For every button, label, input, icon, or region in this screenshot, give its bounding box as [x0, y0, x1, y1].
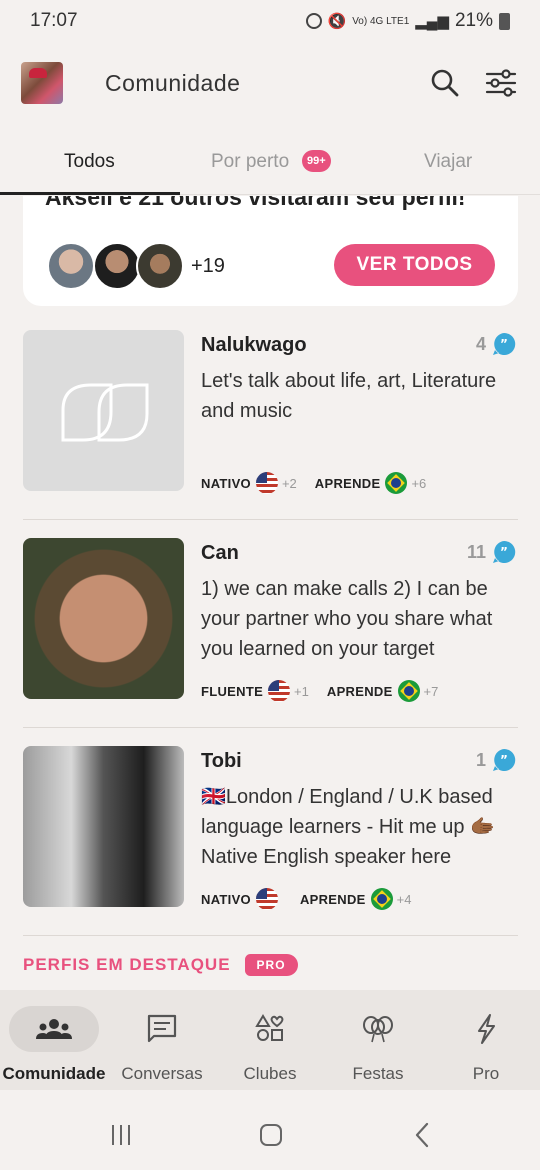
- bottom-nav: Comunidade Conversas Clubes Festas Pro: [0, 990, 540, 1090]
- tab-bar: Todos Por perto 99+ Viajar: [0, 135, 540, 195]
- message-count: 1: [475, 750, 486, 770]
- profile-bio: 🇬🇧London / England / U.K based language …: [201, 786, 495, 868]
- search-icon[interactable]: [428, 66, 462, 100]
- profile-visitors-card[interactable]: Aksell e 21 outros visitaram seu perfil!…: [23, 196, 518, 306]
- svg-text:”: ”: [500, 337, 508, 351]
- profile-name: Can: [201, 542, 239, 564]
- filter-icon[interactable]: [484, 66, 518, 100]
- nav-conversas[interactable]: Conversas: [108, 990, 216, 1090]
- language-row: NATIVO APRENDE +4: [201, 888, 411, 910]
- divider: [23, 727, 518, 728]
- lightning-icon: [478, 1014, 495, 1044]
- native-label: FLUENTE: [201, 683, 264, 699]
- tab-por-perto[interactable]: Por perto: [211, 151, 289, 173]
- profile-name: Nalukwago: [201, 334, 307, 356]
- page-title: Comunidade: [105, 70, 241, 96]
- learning-extra-count: +7: [423, 683, 439, 699]
- learning-label: APRENDE: [326, 683, 393, 699]
- nav-pro[interactable]: Pro: [432, 990, 540, 1090]
- native-label: NATIVO: [201, 475, 251, 491]
- featured-title: PERFIS EM DESTAQUE: [23, 955, 231, 974]
- quote-bubble-icon: ”: [493, 540, 516, 563]
- nav-festas[interactable]: Festas: [324, 990, 432, 1090]
- community-icon: [36, 1019, 72, 1039]
- pro-badge: PRO: [244, 954, 298, 976]
- visitor-avatar: [47, 242, 95, 290]
- back-icon[interactable]: [408, 1120, 438, 1150]
- nearby-count-badge: 99+: [302, 150, 331, 172]
- language-row: FLUENTE +1 APRENDE +7: [201, 680, 438, 702]
- brazil-flag-icon: [397, 680, 420, 702]
- us-flag-icon: [255, 888, 278, 910]
- mute-icon: 🔇: [327, 13, 347, 30]
- visitors-title: Aksell e 21 outros visitaram seu perfil!: [45, 196, 466, 210]
- profile-card[interactable]: Nalukwago 4 ” Let's talk about life, art…: [0, 320, 540, 528]
- clubs-icon: [255, 1014, 284, 1041]
- visitors-extra-count: +19: [191, 255, 225, 277]
- status-bar: 17:07 🔇 Vo) 4G LTE1 ▂▄▆ 21%: [0, 0, 540, 42]
- nav-clubes[interactable]: Clubes: [216, 990, 324, 1090]
- network-indicator: Vo) 4G LTE1: [352, 15, 410, 27]
- nav-label: Clubes: [243, 1064, 297, 1083]
- profile-card[interactable]: Tobi 1 ” 🇬🇧London / England / U.K based …: [0, 736, 540, 944]
- nav-label: Festas: [352, 1064, 404, 1083]
- divider: [23, 935, 518, 936]
- active-tab-indicator: [0, 192, 180, 195]
- native-extra-count: +2: [281, 475, 297, 491]
- svg-text:”: ”: [500, 753, 508, 767]
- quote-bubble-icon: ”: [493, 332, 516, 355]
- system-navigation-bar: [0, 1090, 540, 1170]
- learning-extra-count: +4: [396, 891, 412, 907]
- message-count: 11: [466, 542, 486, 562]
- tab-viajar[interactable]: Viajar: [424, 151, 472, 173]
- hellotalk-logo-icon: [61, 383, 149, 442]
- learning-extra-count: +6: [411, 475, 427, 491]
- alarm-icon: [305, 13, 322, 29]
- home-icon[interactable]: [256, 1120, 286, 1150]
- profile-name: Tobi: [201, 750, 242, 772]
- quote-bubble-icon: ”: [493, 748, 516, 771]
- battery-icon: [499, 12, 510, 30]
- visitor-avatar: [93, 242, 141, 290]
- us-flag-icon: [255, 472, 278, 494]
- native-extra-count: +1: [294, 683, 309, 699]
- nav-comunidade[interactable]: Comunidade: [0, 990, 108, 1090]
- balloons-icon: [363, 1016, 393, 1043]
- language-row: NATIVO +2 APRENDE +6: [201, 472, 426, 494]
- status-time: 17:07: [30, 10, 78, 31]
- profile-bio: Let's talk about life, art, Literature a…: [201, 370, 497, 422]
- profile-card[interactable]: Can 11 ” 1) we can make calls 2) I can b…: [0, 528, 540, 736]
- app-header: Comunidade: [0, 50, 540, 118]
- brazil-flag-icon: [370, 888, 393, 910]
- divider: [23, 519, 518, 520]
- profile-photo[interactable]: [23, 746, 184, 907]
- tab-todos[interactable]: Todos: [64, 151, 115, 173]
- nav-label: Comunidade: [2, 1064, 106, 1083]
- recent-apps-icon[interactable]: [106, 1120, 136, 1150]
- nav-label: Conversas: [121, 1064, 203, 1083]
- chat-icon: [147, 1014, 177, 1043]
- profile-bio: 1) we can make calls 2) I can be your pa…: [201, 578, 493, 660]
- battery-percent: 21%: [454, 10, 493, 31]
- learning-label: APRENDE: [299, 891, 366, 907]
- nav-label: Pro: [472, 1064, 500, 1083]
- status-icons: 🔇 Vo) 4G LTE1 ▂▄▆ 21%: [305, 10, 510, 32]
- native-label: NATIVO: [201, 891, 251, 907]
- featured-profiles-header: PERFIS EM DESTAQUE PRO: [23, 954, 298, 976]
- visitor-avatar: [136, 242, 184, 290]
- see-all-visitors-button[interactable]: VER TODOS: [334, 244, 495, 286]
- learning-label: APRENDE: [314, 475, 381, 491]
- signal-icon: ▂▄▆: [415, 13, 449, 30]
- user-avatar[interactable]: [21, 62, 63, 104]
- community-feed[interactable]: Aksell e 21 outros visitaram seu perfil!…: [0, 196, 540, 990]
- us-flag-icon: [268, 680, 291, 702]
- profile-photo[interactable]: [23, 538, 184, 699]
- profile-photo-placeholder[interactable]: [23, 330, 184, 491]
- svg-text:”: ”: [500, 545, 508, 559]
- message-count: 4: [475, 334, 486, 354]
- brazil-flag-icon: [385, 472, 408, 494]
